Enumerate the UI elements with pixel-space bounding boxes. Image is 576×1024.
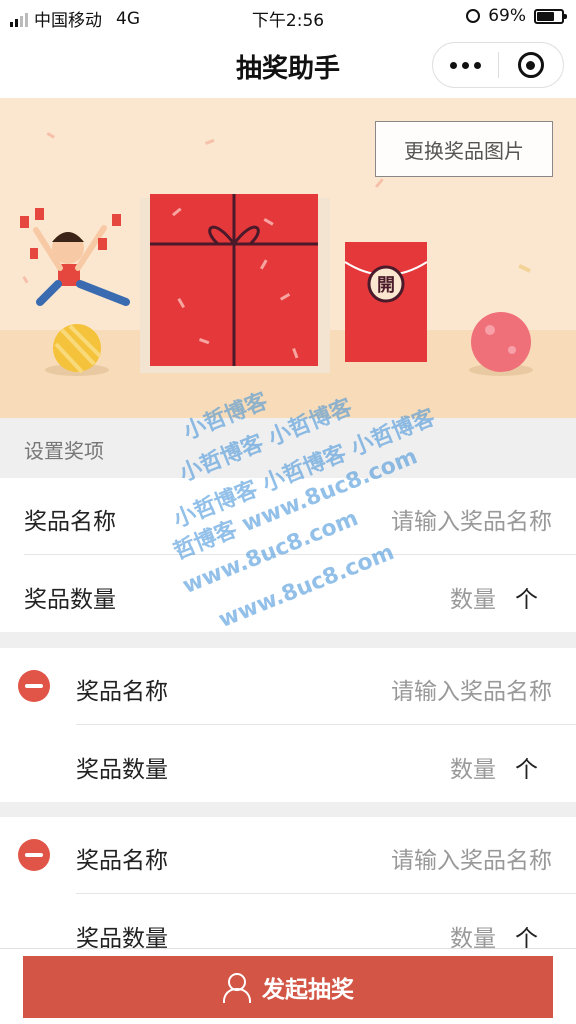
row-divider: [76, 724, 576, 725]
nav-bar: 抽奖助手: [0, 32, 576, 98]
close-button[interactable]: [499, 52, 563, 78]
prize-name-input[interactable]: 请输入奖品名称: [391, 672, 552, 706]
battery-percent: 69%: [488, 6, 526, 26]
prize-name-input[interactable]: 请输入奖品名称: [391, 841, 552, 875]
bottom-bar: 发起抽奖: [0, 948, 576, 1024]
section-header: 设置奖项: [0, 418, 576, 478]
prize-group-2: 奖品名称 请输入奖品名称 奖品数量 数量 个: [0, 648, 576, 802]
prize-qty-row[interactable]: 奖品数量 数量 个: [0, 556, 576, 632]
user-icon: [222, 973, 251, 1003]
prize-name-label: 奖品名称: [76, 679, 168, 705]
prize-unit: 个: [515, 926, 538, 948]
row-divider: [24, 554, 576, 555]
mini-program-capsule: [432, 42, 564, 88]
prize-name-input[interactable]: 请输入奖品名称: [391, 502, 552, 536]
start-lottery-button[interactable]: 发起抽奖: [23, 956, 553, 1018]
prize-qty-label: 奖品数量: [76, 926, 168, 948]
rotation-lock-icon: [466, 9, 481, 23]
prize-qty-input[interactable]: 数量: [450, 750, 496, 784]
prize-unit: 个: [515, 587, 538, 613]
prize-qty-label: 奖品数量: [76, 757, 168, 783]
prize-name-row[interactable]: 奖品名称 请输入奖品名称: [0, 817, 576, 893]
red-packet-char: 開: [377, 275, 395, 296]
prize-name-row[interactable]: 奖品名称 请输入奖品名称: [0, 648, 576, 724]
target-circle-icon: [517, 52, 544, 78]
prize-qty-row[interactable]: 奖品数量 数量 个: [0, 726, 576, 802]
prize-qty-row[interactable]: 奖品数量 数量 个: [0, 895, 576, 948]
battery-fill: [537, 11, 554, 21]
prize-qty-label: 奖品数量: [24, 587, 116, 613]
more-dots-icon[interactable]: [433, 61, 498, 69]
prize-qty-input[interactable]: 数量: [450, 580, 496, 614]
start-lottery-label: 发起抽奖: [262, 977, 354, 1003]
prize-name-label: 奖品名称: [76, 848, 168, 874]
prize-banner: 開 更换奖品图片: [0, 98, 576, 418]
prize-name-label: 奖品名称: [24, 509, 116, 535]
status-bar: 中国移动 4G 下午2:56 69%: [0, 0, 576, 32]
status-right: 69%: [466, 6, 567, 26]
battery-icon: [534, 8, 567, 24]
prize-group-1: 奖品名称 请输入奖品名称 奖品数量 数量 个: [0, 478, 576, 632]
change-image-button[interactable]: 更换奖品图片: [375, 121, 553, 177]
row-divider: [76, 893, 576, 894]
prize-unit: 个: [515, 757, 538, 783]
prize-qty-input[interactable]: 数量: [450, 919, 496, 948]
prize-name-row[interactable]: 奖品名称 请输入奖品名称: [0, 478, 576, 554]
prize-group-3: 奖品名称 请输入奖品名称 奖品数量 数量 个: [0, 817, 576, 948]
